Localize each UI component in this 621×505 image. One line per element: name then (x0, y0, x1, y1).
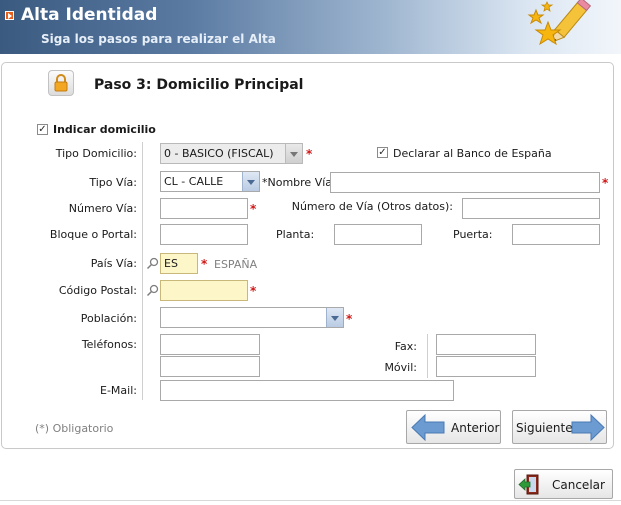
indicar-domicilio-label: Indicar domicilio (53, 123, 156, 136)
arrow-left-icon (411, 414, 445, 441)
pais-via-label: País Vía: (90, 257, 137, 270)
email-input[interactable] (160, 380, 454, 401)
required-marker: * (346, 312, 353, 326)
tipo-via-value: CL - CALLE (164, 175, 224, 188)
chevron-down-icon[interactable] (285, 144, 302, 163)
search-icon[interactable] (146, 257, 159, 270)
siguiente-label: Siguiente (516, 421, 573, 435)
fax-label: Fax: (394, 340, 417, 353)
telefono-2-input[interactable] (160, 356, 260, 377)
bloque-portal-input[interactable] (160, 224, 248, 245)
siguiente-button[interactable]: Siguiente (512, 410, 607, 444)
stars-pencil-icon (527, 0, 592, 46)
window-title: Alta Identidad (21, 5, 158, 25)
pais-via-description: ESPAÑA (214, 258, 258, 271)
puerta-input[interactable] (512, 224, 600, 245)
indicar-domicilio-checkbox[interactable]: ✓ (37, 124, 48, 135)
bottom-divider (0, 500, 621, 501)
pais-via-input[interactable]: ES (160, 253, 198, 274)
puerta-label: Puerta: (453, 228, 493, 241)
nombre-via-label: *Nombre Vía: (262, 176, 336, 189)
planta-label: Planta: (276, 228, 315, 241)
codigo-postal-label: Código Postal: (58, 284, 137, 297)
tipo-domicilio-select[interactable]: 0 - BASICO (FISCAL) (160, 143, 303, 164)
planta-input[interactable] (334, 224, 422, 245)
numero-via-otros-label: Número de Vía (Otros datos): (291, 200, 453, 213)
required-marker: * (306, 147, 313, 161)
declarar-banco-checkbox[interactable]: ✓ (377, 147, 388, 158)
numero-via-input[interactable] (160, 198, 248, 219)
declarar-banco-label: Declarar al Banco de España (393, 147, 552, 160)
poblacion-select[interactable] (160, 307, 344, 328)
nombre-via-input[interactable] (330, 172, 600, 193)
chevron-down-icon[interactable] (326, 308, 343, 327)
movil-input[interactable] (436, 356, 536, 377)
tipo-domicilio-label: Tipo Domicilio: (55, 147, 137, 160)
search-icon[interactable] (146, 284, 159, 297)
cancelar-button[interactable]: Cancelar (514, 469, 613, 499)
telefono-1-input[interactable] (160, 334, 260, 355)
cancelar-label: Cancelar (552, 478, 605, 492)
step-title: Paso 3: Domicilio Principal (94, 77, 304, 93)
chevron-down-icon[interactable] (242, 172, 259, 191)
telefonos-label: Teléfonos: (81, 338, 137, 351)
arrow-bullet-icon (5, 11, 14, 20)
fax-input[interactable] (436, 334, 536, 355)
anterior-button[interactable]: Anterior (406, 410, 501, 444)
required-marker: * (250, 284, 257, 298)
tipo-via-select[interactable]: CL - CALLE (160, 171, 260, 192)
numero-via-label: Número Vía: (68, 202, 137, 215)
anterior-label: Anterior (451, 421, 500, 435)
codigo-postal-input[interactable] (160, 280, 248, 301)
label-divider (142, 142, 143, 400)
exit-door-icon (518, 474, 539, 495)
obligatorio-note: (*) Obligatorio (35, 422, 114, 435)
required-marker: * (602, 176, 609, 190)
required-marker: * (250, 202, 257, 216)
poblacion-label: Población: (80, 312, 137, 325)
required-marker: * (201, 257, 208, 271)
lock-icon (48, 70, 74, 96)
tipo-domicilio-value: 0 - BASICO (FISCAL) (164, 147, 274, 160)
arrow-right-icon (571, 414, 605, 441)
window-subtitle: Siga los pasos para realizar el Alta (41, 32, 276, 46)
bloque-portal-label: Bloque o Portal: (49, 228, 137, 241)
tipo-via-label: Tipo Vía: (89, 176, 137, 189)
email-label: E-Mail: (100, 384, 137, 397)
movil-label: Móvil: (384, 361, 417, 374)
numero-via-otros-input[interactable] (462, 198, 600, 219)
fax-divider (427, 334, 428, 378)
